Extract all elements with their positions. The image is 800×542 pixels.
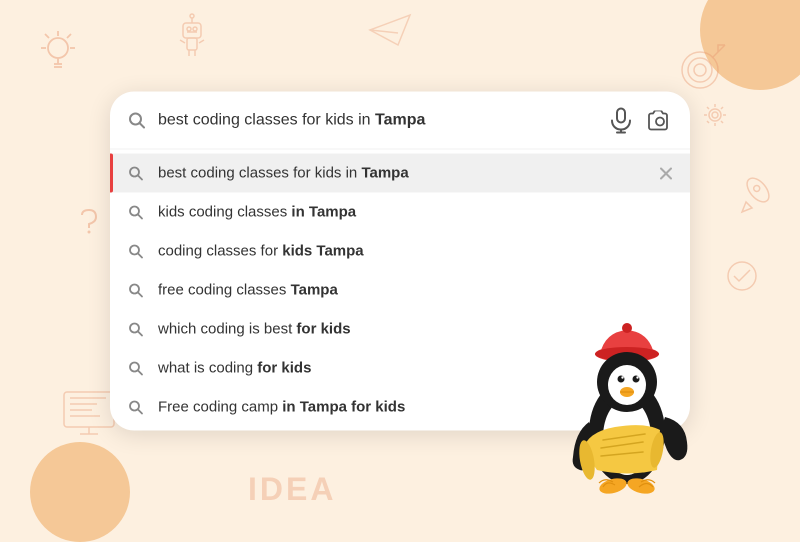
close-icon-1[interactable]	[660, 167, 672, 179]
suggestion-item-2[interactable]: kids coding classes in Tampa	[110, 193, 690, 232]
bg-blob-bottom-left	[30, 442, 130, 542]
penguin-svg	[545, 302, 700, 512]
suggestion-search-icon-5	[128, 321, 144, 337]
penguin-mascot	[545, 302, 700, 512]
suggestion-text-2: kids coding classes in Tampa	[158, 204, 672, 221]
bg-blob-top-right	[700, 0, 800, 90]
camera-icon[interactable]	[648, 110, 672, 130]
suggestion-item-3[interactable]: coding classes for kids Tampa	[110, 232, 690, 271]
suggestion-search-icon-3	[128, 243, 144, 259]
suggestion-search-icon-7	[128, 399, 144, 415]
suggestion-text-1: best coding classes for kids in Tampa	[158, 165, 646, 182]
suggestion-search-icon-1	[128, 165, 144, 181]
suggestion-text-3: coding classes for kids Tampa	[158, 243, 672, 260]
suggestion-search-icon-2	[128, 204, 144, 220]
suggestion-search-icon-6	[128, 360, 144, 376]
search-bar[interactable]: best coding classes for kids in Tampa	[110, 92, 690, 150]
svg-text:IDEA: IDEA	[248, 471, 336, 507]
search-text-bold: Tampa	[375, 111, 425, 128]
search-icon-top	[128, 111, 146, 129]
suggestion-item-1[interactable]: best coding classes for kids in Tampa	[110, 154, 690, 193]
suggestion-search-icon-4	[128, 282, 144, 298]
mic-icon[interactable]	[610, 107, 632, 133]
suggestion-text-4: free coding classes Tampa	[158, 282, 672, 299]
search-bar-query: best coding classes for kids in Tampa	[158, 111, 598, 129]
search-text-normal: best coding classes for kids in	[158, 111, 375, 128]
